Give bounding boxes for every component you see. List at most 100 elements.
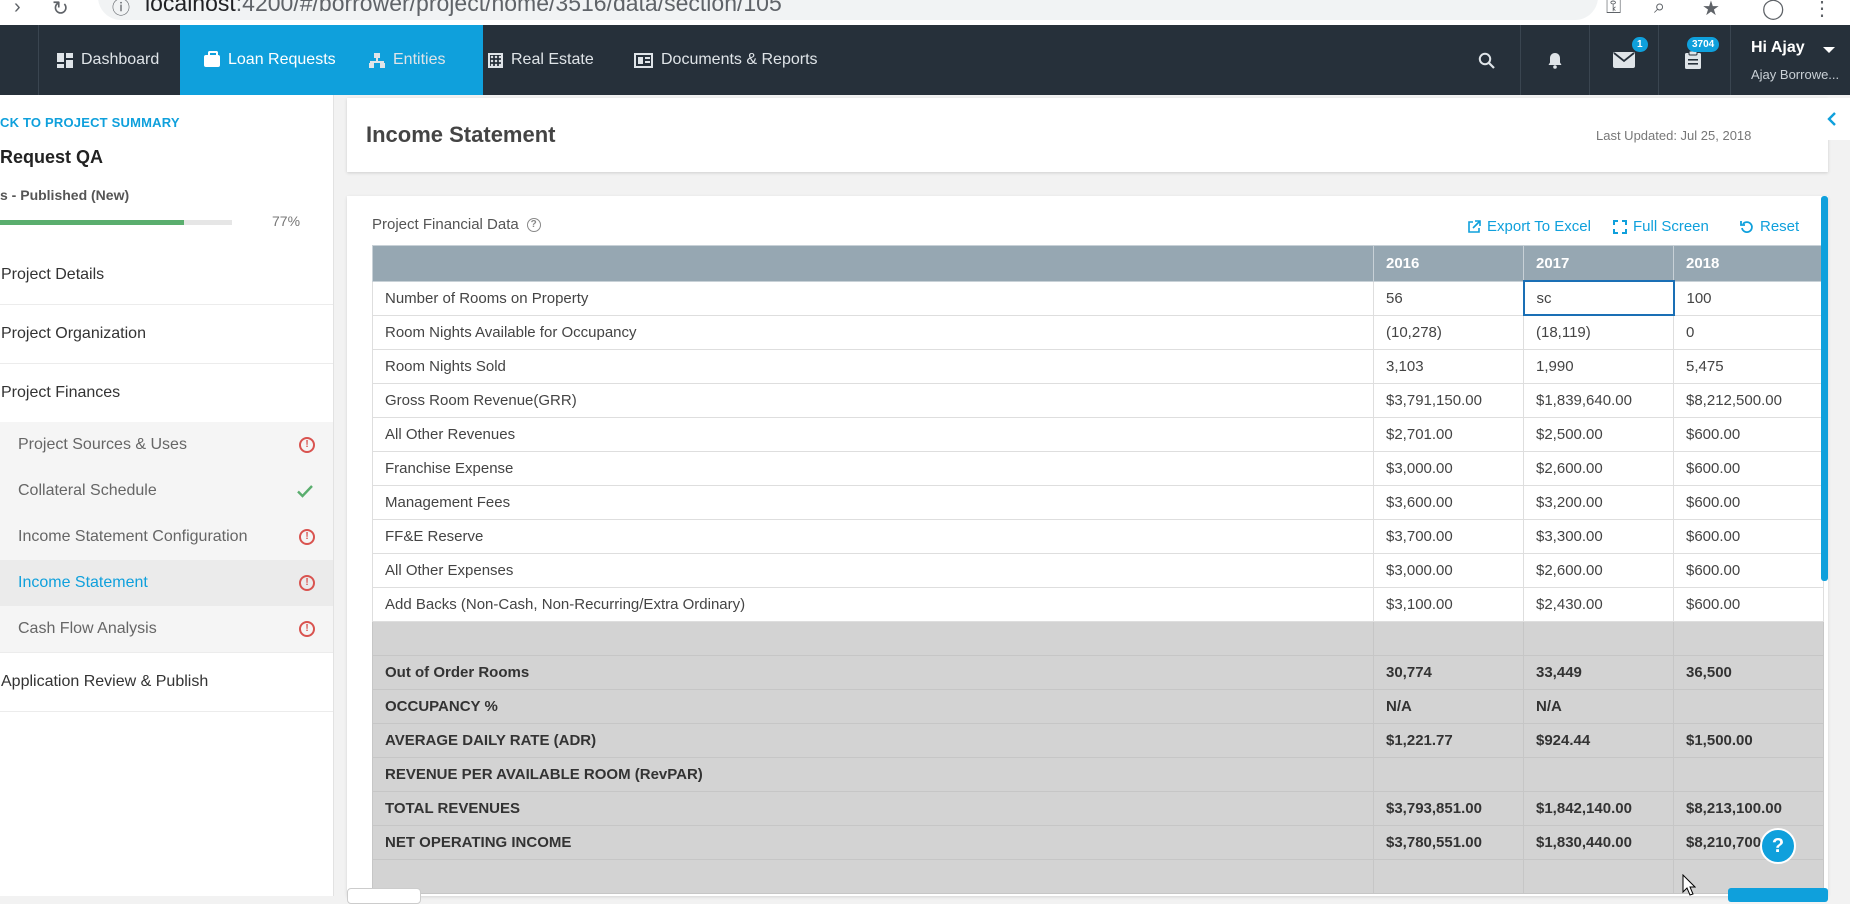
back-to-summary-link[interactable]: CK TO PROJECT SUMMARY — [0, 115, 180, 130]
value-cell[interactable]: $3,200.00 — [1523, 484, 1674, 520]
value-cell: $8,213,100.00 — [1673, 790, 1824, 826]
column-header-2017: 2017 — [1523, 245, 1674, 282]
row-label: OCCUPANCY % — [372, 688, 1374, 724]
reload-icon[interactable]: ↻ — [52, 0, 69, 21]
sidebar-subitem-income-config[interactable]: Income Statement Configuration ! — [0, 514, 333, 561]
expand-icon — [1613, 219, 1627, 234]
value-cell[interactable]: $1,839,640.00 — [1523, 382, 1674, 418]
sidebar-subitem-collateral-schedule[interactable]: Collateral Schedule — [0, 468, 333, 515]
sidebar-item-project-organization[interactable]: Project Organization — [0, 304, 333, 364]
value-cell[interactable]: $2,430.00 — [1523, 586, 1674, 622]
value-cell[interactable]: $3,791,150.00 — [1373, 382, 1524, 418]
table-row: Number of Rooms on Property 56 sc 100 — [372, 280, 1824, 316]
table-row: Management Fees $3,600.00 $3,200.00 $600.00 — [372, 484, 1824, 520]
row-label: Add Backs (Non-Cash, Non-Recurring/Extra… — [372, 586, 1374, 622]
row-label: Gross Room Revenue(GRR) — [372, 382, 1374, 418]
value-cell[interactable]: $600.00 — [1673, 484, 1824, 520]
reset-button[interactable]: Reset — [1740, 218, 1799, 235]
nav-documents-reports[interactable]: Documents & Reports — [634, 25, 818, 95]
value-cell[interactable]: $600.00 — [1673, 416, 1824, 452]
url-text[interactable]: localhost:4200/#/borrower/project/home/3… — [145, 0, 782, 17]
nav-entities-label: Entities — [393, 51, 446, 68]
value-cell[interactable]: $3,600.00 — [1373, 484, 1524, 520]
value-cell: 33,449 — [1523, 654, 1674, 690]
messages-button[interactable]: 1 — [1590, 25, 1658, 95]
nav-real-estate[interactable]: Real Estate — [488, 25, 594, 95]
bell-icon — [1548, 52, 1562, 69]
sidebar-subitem-cash-flow[interactable]: Cash Flow Analysis ! — [0, 606, 333, 653]
help-button[interactable]: ? — [1760, 828, 1796, 864]
value-cell[interactable]: 3,103 — [1373, 348, 1524, 384]
sidebar-subitem-sources-uses[interactable]: Project Sources & Uses ! — [0, 422, 333, 469]
url-host: localhost — [145, 0, 236, 16]
value-cell[interactable]: (10,278) — [1373, 314, 1524, 350]
value-cell[interactable]: $600.00 — [1673, 450, 1824, 486]
building-icon — [488, 52, 503, 68]
vertical-scrollbar[interactable] — [1821, 196, 1828, 581]
value-cell — [1673, 620, 1824, 656]
value-cell[interactable]: $2,600.00 — [1523, 450, 1674, 486]
browser-menu-icon[interactable]: ⋮ — [1812, 0, 1832, 21]
key-icon[interactable]: ⚿ — [1606, 0, 1621, 19]
value-cell[interactable]: (18,119) — [1523, 314, 1674, 350]
sidebar-subitem-label: Cash Flow Analysis — [18, 620, 157, 637]
value-cell — [1373, 756, 1524, 792]
nav-entities[interactable]: Entities — [369, 25, 445, 95]
row-label: FF&E Reserve — [372, 518, 1374, 554]
value-cell[interactable]: $3,300.00 — [1523, 518, 1674, 554]
back-button[interactable] — [347, 888, 421, 904]
value-cell[interactable]: $600.00 — [1673, 518, 1824, 554]
table-row: Room Nights Sold 3,103 1,990 5,475 — [372, 348, 1824, 384]
value-cell[interactable]: $2,600.00 — [1523, 552, 1674, 588]
value-cell[interactable]: $2,701.00 — [1373, 416, 1524, 452]
full-screen-button[interactable]: Full Screen — [1613, 218, 1709, 235]
nav-dashboard[interactable]: Dashboard — [57, 25, 159, 95]
value-cell: $3,780,551.00 — [1373, 824, 1524, 860]
row-label: Room Nights Available for Occupancy — [372, 314, 1374, 350]
value-cell[interactable]: 1,990 — [1523, 348, 1674, 384]
value-cell[interactable]: $8,212,500.00 — [1673, 382, 1824, 418]
sidebar-item-label: Project Organization — [1, 324, 146, 342]
value-cell[interactable]: 5,475 — [1673, 348, 1824, 384]
value-cell[interactable]: $3,700.00 — [1373, 518, 1524, 554]
value-cell[interactable]: $2,500.00 — [1523, 416, 1674, 452]
row-label: NET OPERATING INCOME — [372, 824, 1374, 860]
profile-icon[interactable]: ◯ — [1762, 0, 1784, 21]
value-cell[interactable]: $3,000.00 — [1373, 552, 1524, 588]
value-cell — [1673, 756, 1824, 792]
sidebar-item-project-finances[interactable]: Project Finances — [0, 363, 333, 423]
calculated-row: OCCUPANCY % N/A N/A — [372, 688, 1824, 724]
project-title: Request QA — [0, 147, 104, 167]
user-menu[interactable]: Hi Ajay Ajay Borrowe... — [1751, 25, 1850, 95]
forward-icon[interactable]: › — [14, 0, 21, 19]
value-cell: $3,793,851.00 — [1373, 790, 1524, 826]
warning-icon: ! — [299, 575, 315, 591]
value-cell[interactable]: $3,000.00 — [1373, 450, 1524, 486]
sidebar-subitem-income-statement[interactable]: Income Statement ! — [0, 560, 333, 607]
sidebar-item-review-publish[interactable]: Application Review & Publish — [0, 652, 333, 712]
search-button[interactable] — [1452, 25, 1520, 95]
notifications-button[interactable] — [1521, 25, 1589, 95]
next-button[interactable] — [1728, 888, 1828, 902]
calculated-row — [372, 620, 1824, 656]
zoom-icon[interactable]: ⌕ — [1654, 0, 1665, 19]
value-cell[interactable]: 56 — [1373, 280, 1524, 316]
sidebar-item-project-details[interactable]: Project Details — [0, 245, 333, 305]
value-cell[interactable]: $600.00 — [1673, 552, 1824, 588]
site-info-icon[interactable]: ⓘ — [112, 0, 130, 20]
table-row: All Other Expenses $3,000.00 $2,600.00 $600… — [372, 552, 1824, 588]
value-cell[interactable]: $600.00 — [1673, 586, 1824, 622]
value-cell[interactable]: 0 — [1673, 314, 1824, 350]
nav-documents-reports-label: Documents & Reports — [661, 51, 818, 68]
bookmark-star-icon[interactable]: ★ — [1702, 0, 1720, 21]
value-cell[interactable]: sc — [1522, 280, 1675, 316]
export-excel-button[interactable]: Export To Excel — [1467, 218, 1591, 235]
value-cell[interactable]: $3,100.00 — [1373, 586, 1524, 622]
help-circle-icon[interactable]: ? — [526, 217, 541, 232]
tasks-button[interactable]: 3704 — [1659, 25, 1727, 95]
column-header-2016: 2016 — [1373, 245, 1524, 282]
collapse-panel-button[interactable] — [1813, 98, 1850, 140]
value-cell[interactable]: 100 — [1673, 280, 1824, 316]
calculated-row — [372, 858, 1824, 894]
table-row: Add Backs (Non-Cash, Non-Recurring/Extra… — [372, 586, 1824, 622]
